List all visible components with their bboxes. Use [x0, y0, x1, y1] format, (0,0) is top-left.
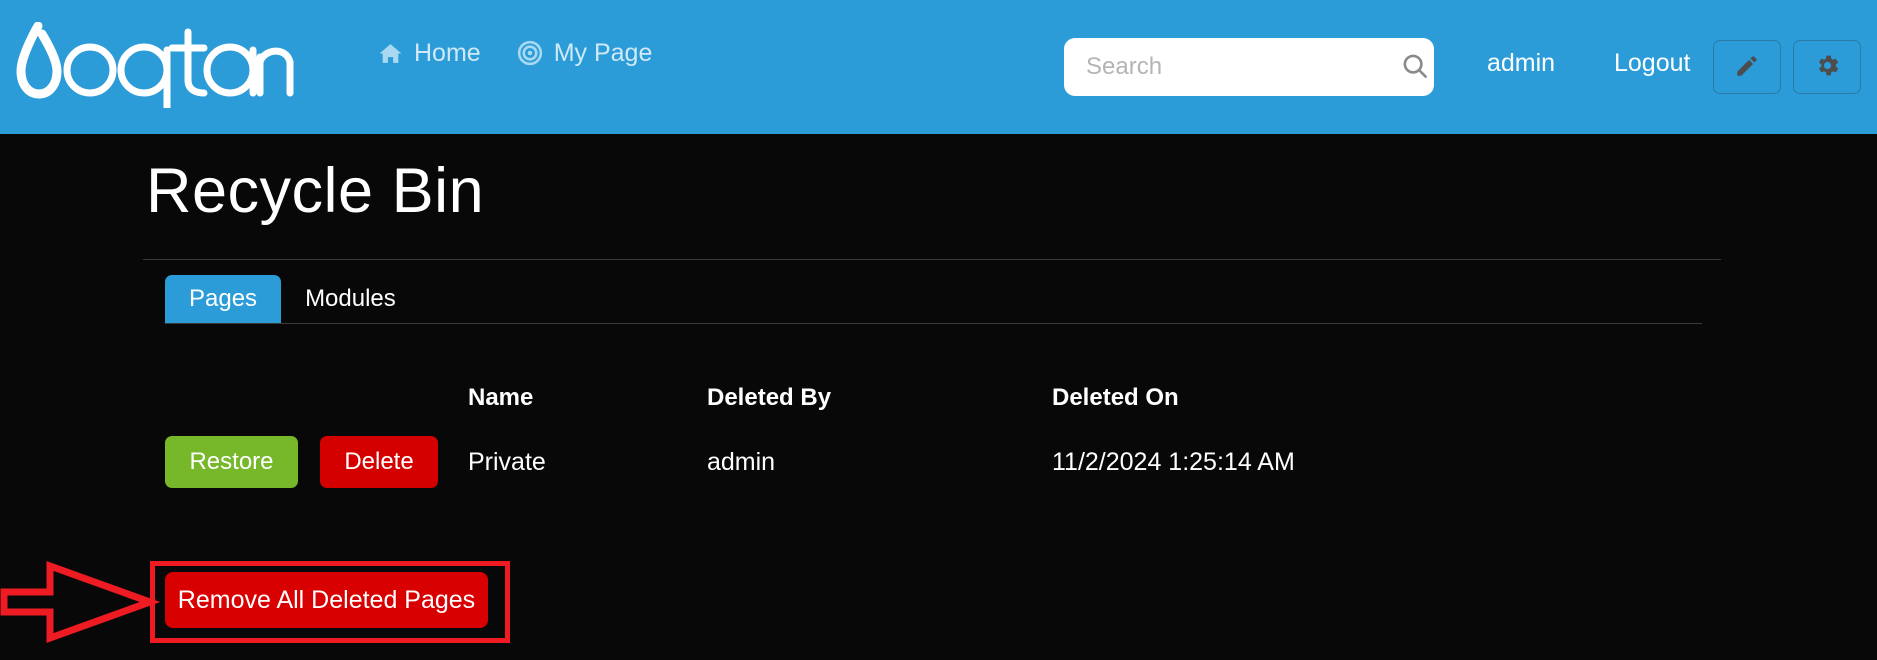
nav-item-my-page[interactable]: My Page — [517, 38, 653, 67]
site-header: Home My Page Search admin Logout — [0, 0, 1877, 134]
edit-mode-button[interactable] — [1713, 40, 1781, 94]
right-arrow-annotation — [0, 561, 161, 643]
oqtane-logo[interactable] — [8, 22, 298, 108]
table-header-row: Name Deleted By Deleted On — [165, 372, 1715, 424]
nav-item-my-page-label: My Page — [553, 38, 653, 67]
recycle-bin-table: Name Deleted By Deleted On Restore Delet… — [165, 372, 1715, 500]
restore-button[interactable]: Restore — [165, 436, 298, 488]
delete-button[interactable]: Delete — [320, 436, 438, 488]
row-actions: Restore Delete — [165, 436, 468, 488]
cell-deleted-on: 11/2/2024 1:25:14 AM — [1052, 447, 1295, 476]
cell-deleted-by: admin — [707, 447, 776, 476]
column-header-name: Name — [468, 384, 534, 411]
search-button[interactable] — [1396, 51, 1434, 84]
nav-item-home-label: Home — [414, 38, 481, 67]
column-header-deleted-on: Deleted On — [1052, 384, 1179, 411]
target-bullseye-icon — [517, 40, 543, 66]
search-icon — [1400, 51, 1430, 84]
primary-nav: Home My Page — [378, 40, 652, 66]
gear-settings-icon — [1814, 52, 1841, 82]
settings-button[interactable] — [1793, 40, 1861, 94]
cell-name: Private — [468, 447, 546, 476]
tab-pages[interactable]: Pages — [165, 275, 282, 323]
home-icon — [378, 41, 403, 66]
search-box[interactable] — [1064, 38, 1434, 96]
table-row: Restore Delete Private admin 11/2/2024 1… — [165, 424, 1715, 500]
water-droplet-icon — [16, 22, 294, 108]
logout-link[interactable]: Logout — [1614, 51, 1690, 76]
nav-item-home[interactable]: Home — [378, 38, 481, 67]
tab-strip: Pages Modules — [165, 275, 1702, 324]
tab-modules[interactable]: Modules — [281, 275, 420, 323]
title-divider — [143, 259, 1721, 260]
search-input[interactable] — [1086, 53, 1396, 81]
remove-all-deleted-pages-button[interactable]: Remove All Deleted Pages — [165, 572, 488, 628]
app-root: Home My Page Search admin Logout Recycle… — [0, 0, 1877, 660]
column-header-deleted-by: Deleted By — [707, 384, 832, 411]
user-account-link[interactable]: admin — [1487, 51, 1555, 76]
pencil-edit-icon — [1734, 53, 1760, 82]
page-title: Recycle Bin — [146, 156, 485, 226]
